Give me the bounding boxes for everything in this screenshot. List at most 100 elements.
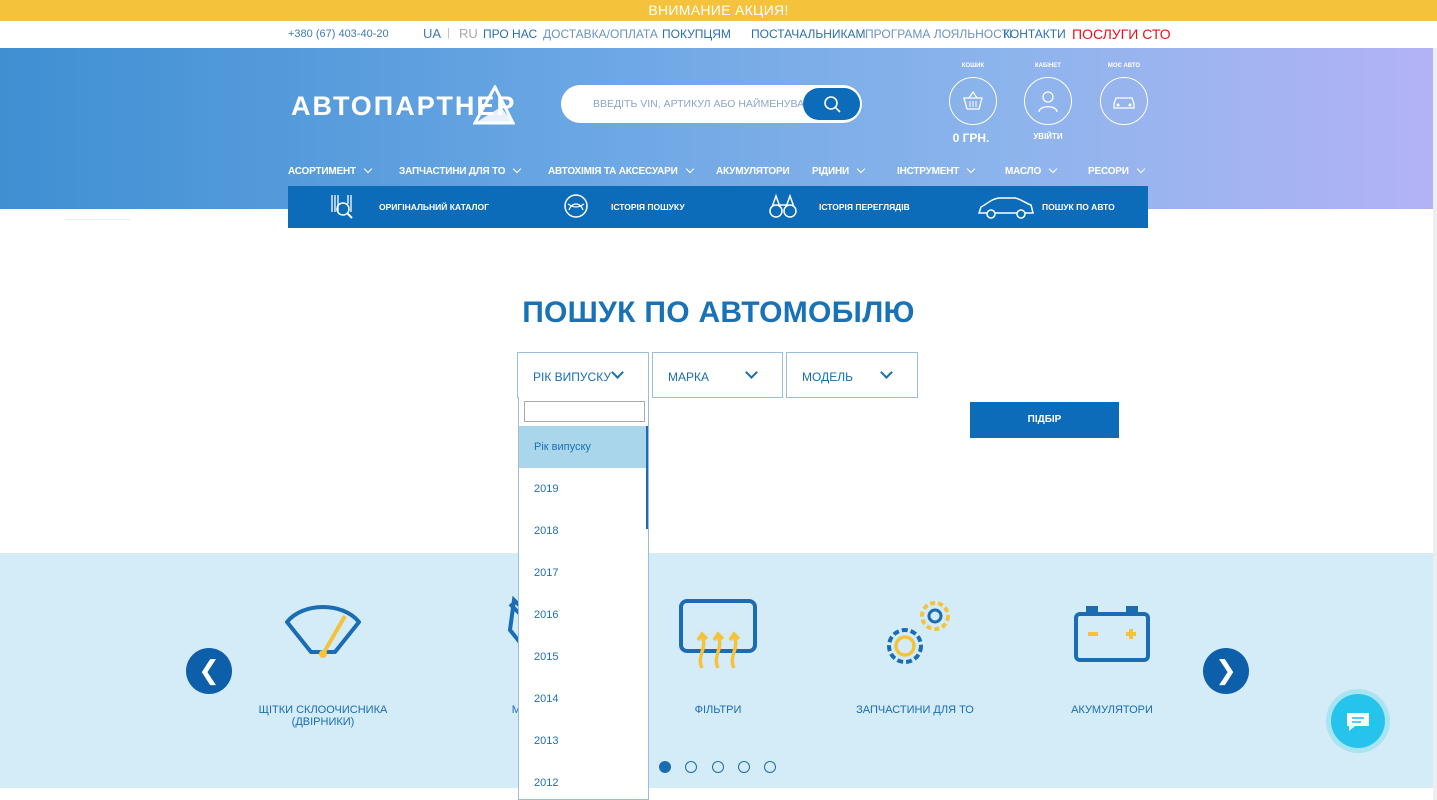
chat-icon: [1347, 713, 1369, 731]
toplink-suppliers[interactable]: ПОСТАЧАЛЬНИКАМ: [751, 27, 866, 41]
search-icon: [824, 96, 841, 113]
year-option[interactable]: 2013: [519, 720, 648, 762]
menu-item-chemistry[interactable]: АВТОХІМІЯ ТА АКСЕСУАРИ: [548, 164, 694, 177]
category-label: ЩІТКИ СКЛООЧИСНИКА (ДВІРНИКИ): [258, 704, 388, 728]
search-button[interactable]: [803, 88, 860, 120]
option-label: 2014: [534, 693, 559, 705]
carousel-dot[interactable]: [764, 761, 776, 773]
menu-item-fluids[interactable]: РІДИНИ: [812, 164, 866, 177]
lang-ru[interactable]: RU: [459, 26, 478, 41]
menu-item-assortment[interactable]: АСОРТИМЕНТ: [288, 164, 373, 177]
category-parts-to[interactable]: ЗАПЧАСТИНИ ДЛЯ ТО: [845, 596, 985, 716]
page-scrollbar[interactable]: [1433, 48, 1437, 800]
history-icon: [564, 194, 588, 218]
carousel-prev-button[interactable]: ❮: [186, 648, 232, 694]
login-link[interactable]: УВІЙТИ: [1024, 132, 1072, 141]
brand-select[interactable]: МАРКА: [652, 352, 783, 398]
cart-button[interactable]: [949, 77, 997, 125]
menu-item-tools[interactable]: ІНСТРУМЕНТ: [897, 164, 976, 177]
quick-original-catalog[interactable]: ОРИГІНАЛЬНИЙ КАТАЛОГ: [328, 186, 498, 228]
category-filters[interactable]: ФІЛЬТРИ: [648, 596, 788, 716]
menu-item-parts-to[interactable]: ЗАПЧАСТИНИ ДЛЯ ТО: [399, 164, 522, 177]
year-option[interactable]: 2017: [519, 552, 648, 594]
category-label: ЗАПЧАСТИНИ ДЛЯ ТО: [856, 704, 974, 716]
mycar-button[interactable]: [1100, 77, 1148, 125]
car-icon: [1113, 97, 1135, 109]
category-wipers[interactable]: ЩІТКИ СКЛООЧИСНИКА (ДВІРНИКИ): [253, 596, 393, 728]
gears-icon: [887, 601, 950, 664]
year-option[interactable]: 2015: [519, 636, 648, 678]
toplink-contacts[interactable]: КОНТАКТИ: [1003, 27, 1066, 41]
user-icon: [1038, 91, 1058, 113]
menu-item-springs[interactable]: РЕСОРИ: [1088, 164, 1145, 177]
category-batteries[interactable]: АКУМУЛЯТОРИ: [1042, 596, 1182, 716]
option-label: 2019: [534, 483, 559, 495]
search-input[interactable]: [561, 85, 803, 123]
year-option[interactable]: 2014: [519, 678, 648, 720]
option-label: 2017: [534, 567, 559, 579]
menu-label: АВТОХІМІЯ ТА АКСЕСУАРИ: [548, 166, 678, 177]
menu-label: РІДИНИ: [812, 166, 849, 177]
phone-number[interactable]: +380 (67) 403-40-20: [288, 28, 389, 40]
chat-button-inner: [1331, 694, 1385, 748]
model-select[interactable]: МОДЕЛЬ: [786, 352, 918, 398]
year-option[interactable]: Рік випуску: [519, 426, 648, 468]
header-hero: [0, 48, 1437, 209]
model-select-label: МОДЕЛЬ: [802, 370, 853, 384]
site-logo[interactable]: АВТОПАРТНЕР: [291, 85, 523, 125]
carousel-dot[interactable]: [738, 761, 750, 773]
dropdown-scrollbar[interactable]: [646, 426, 648, 529]
year-option[interactable]: 2012: [519, 762, 648, 799]
toplink-delivery[interactable]: ДОСТАВКА/ОПЛАТА: [543, 27, 658, 41]
divider: [65, 219, 130, 220]
year-option[interactable]: 2016: [519, 594, 648, 636]
quick-label: ІСТОРІЯ ПЕРЕГЛЯДІВ: [819, 202, 910, 212]
year-option[interactable]: 2019: [519, 468, 648, 510]
cabinet-label: КАБІНЕТ: [1035, 63, 1061, 69]
quick-search-history[interactable]: ІСТОРІЯ ПОШУКУ: [562, 186, 692, 228]
option-label: 2016: [534, 609, 559, 621]
chat-button[interactable]: [1326, 689, 1390, 753]
chevron-down-icon: [966, 164, 976, 174]
menu-item-oil[interactable]: МАСЛО: [1005, 164, 1058, 177]
lang-ua[interactable]: UA: [423, 26, 441, 41]
toplink-service[interactable]: ПОСЛУГИ СТО: [1072, 26, 1171, 42]
chevron-down-icon: [1136, 164, 1145, 174]
menu-label: АКУМУЛЯТОРИ: [716, 166, 790, 177]
toplink-about[interactable]: ПРО НАС: [483, 27, 537, 41]
carousel-next-button[interactable]: ❯: [1203, 648, 1249, 694]
toplink-buyers[interactable]: ПОКУПЦЯМ: [662, 27, 731, 41]
carousel-dot[interactable]: [659, 761, 671, 773]
carousel-dot[interactable]: [712, 761, 724, 773]
page-title: ПОШУК ПО АВТОМОБІЛЮ: [522, 296, 915, 329]
battery-icon: [1074, 606, 1150, 662]
binoculars-icon: [769, 193, 797, 218]
category-label: ФІЛЬТРИ: [694, 704, 742, 716]
toplink-loyalty[interactable]: ПРОГРАМА ЛОЯЛЬНОСТІ: [865, 27, 1012, 41]
chevron-down-icon: [611, 366, 624, 379]
option-label: 2018: [534, 525, 559, 537]
pick-button[interactable]: ПІДБІР: [970, 402, 1119, 438]
quick-view-history[interactable]: ІСТОРІЯ ПЕРЕГЛЯДІВ: [768, 186, 918, 228]
menu-label: РЕСОРИ: [1088, 166, 1129, 177]
chevron-down-icon: [880, 366, 893, 379]
year-dropdown: Рік випуску 2019 2018 2017 2016 2015 201…: [518, 397, 649, 800]
year-option[interactable]: 2018: [519, 510, 648, 552]
quick-nav: ОРИГІНАЛЬНИЙ КАТАЛОГ ІСТОРІЯ ПОШУКУ ІСТО…: [288, 186, 1148, 228]
barcode-search-icon: [331, 195, 353, 219]
option-label: 2012: [534, 777, 559, 789]
chevron-down-icon: [513, 164, 522, 174]
menu-item-batteries[interactable]: АКУМУЛЯТОРИ: [716, 166, 790, 177]
quick-label: ОРИГІНАЛЬНИЙ КАТАЛОГ: [379, 202, 489, 212]
option-label: 2013: [534, 735, 559, 747]
carousel-dot[interactable]: [685, 761, 697, 773]
promo-banner[interactable]: ВНИМАНИЕ АКЦИЯ!: [0, 0, 1437, 21]
cart-sum: 0 ГРН.: [952, 131, 990, 145]
filter-icon: [679, 599, 757, 669]
cabinet-button[interactable]: [1024, 77, 1072, 125]
menu-label: ІНСТРУМЕНТ: [897, 166, 960, 177]
quick-search-by-car[interactable]: ПОШУК ПО АВТО: [977, 186, 1137, 228]
year-select[interactable]: РІК ВИПУСКУ: [517, 352, 649, 398]
mycar-label: МОЄ АВТО: [1107, 63, 1141, 69]
year-filter-input[interactable]: [524, 401, 645, 422]
